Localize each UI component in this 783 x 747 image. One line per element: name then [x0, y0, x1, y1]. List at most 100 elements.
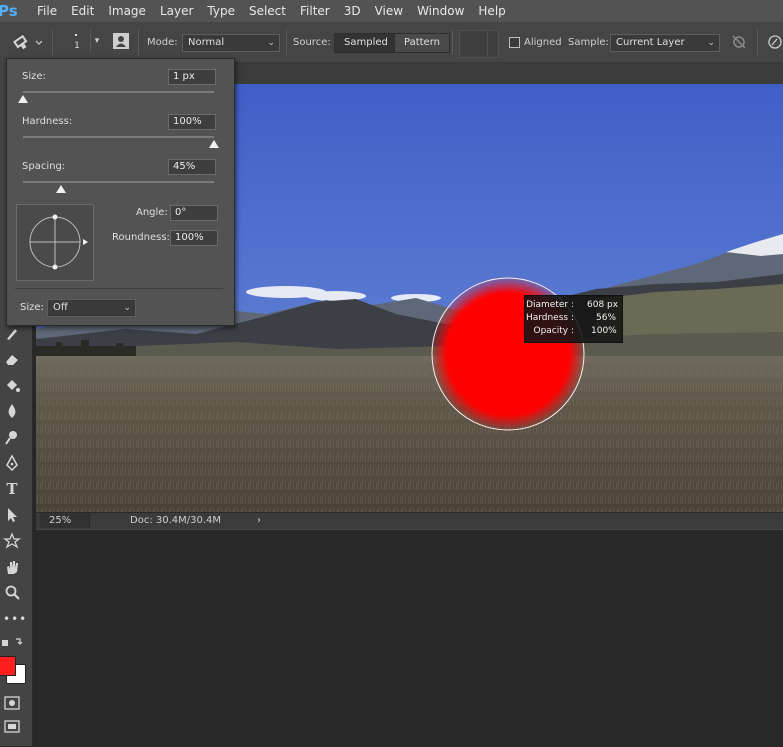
tooltip-opacity: Opacity : 100% — [525, 325, 622, 338]
menu-select[interactable]: Select — [242, 0, 293, 22]
tooltip-diameter-value: 608 px — [587, 300, 619, 310]
photoshop-logo: Ps — [0, 2, 18, 20]
quick-mask-icon[interactable] — [3, 694, 21, 712]
chevron-down-icon: ⌄ — [267, 38, 275, 48]
tooltip-hardness-value: 56% — [596, 313, 617, 323]
separator — [52, 29, 53, 55]
hardness-slider-track[interactable] — [23, 136, 214, 138]
menu-type[interactable]: Type — [200, 0, 242, 22]
eraser-tool-icon[interactable] — [3, 350, 21, 368]
angle-input[interactable]: 0° — [170, 205, 218, 221]
pressure-size-button[interactable] — [766, 34, 783, 50]
brush-preset-picker[interactable]: 1 ▾ — [64, 29, 102, 55]
pen-pressure-size-select[interactable]: Off ⌄ — [47, 299, 136, 317]
brush-preset-panel: Size: 1 px Hardness: 100% Spacing: 45% A… — [6, 58, 235, 326]
hand-tool-icon[interactable] — [3, 558, 21, 576]
brush-tooltip: Diameter : 608 px Hardness : 56% Opacity… — [524, 295, 623, 343]
menu-layer[interactable]: Layer — [153, 0, 200, 22]
tooltip-opacity-label: Opacity : — [533, 326, 574, 336]
menu-edit[interactable]: Edit — [64, 0, 101, 22]
screen-mode-icon[interactable] — [3, 718, 21, 736]
pressure-icon — [768, 35, 782, 49]
tooltip-diameter: Diameter : 608 px — [525, 299, 622, 312]
swap-colors-icon — [16, 638, 23, 645]
size-slider-thumb[interactable] — [18, 95, 28, 103]
sample-select[interactable]: Current Layer ⌄ — [610, 34, 720, 52]
brush-size-display: 1 — [74, 41, 80, 51]
pen-pressure-size-value: Off — [53, 302, 68, 313]
pattern-picker[interactable] — [459, 30, 499, 58]
roundness-label: Roundness: — [112, 232, 170, 243]
brush-tip-dot — [75, 34, 77, 36]
type-tool-icon[interactable]: T — [3, 480, 21, 498]
mode-select[interactable]: Normal ⌄ — [182, 34, 280, 52]
tooltip-opacity-value: 100% — [591, 326, 617, 336]
doc-size: Doc: 30.4M/30.4M — [130, 515, 222, 526]
angle-roundness-icon — [29, 214, 88, 270]
size-label: Size: — [22, 71, 46, 82]
menu-filter[interactable]: Filter — [293, 0, 337, 22]
separator — [138, 29, 139, 55]
tooltip-hardness-label: Hardness : — [525, 313, 574, 323]
separator — [452, 29, 453, 55]
tool-preset-picker[interactable] — [8, 33, 43, 51]
clone-source-panel-button[interactable] — [112, 32, 130, 50]
paint-bucket-tool-icon[interactable] — [3, 376, 21, 394]
zoom-tool-icon[interactable] — [3, 584, 21, 602]
brush-tool-icon[interactable] — [3, 324, 21, 342]
source-sampled-button[interactable]: Sampled — [334, 33, 398, 53]
source-label: Source: — [293, 37, 331, 48]
custom-shape-tool-icon[interactable] — [3, 532, 21, 550]
size-slider-track[interactable] — [23, 91, 214, 93]
spacing-slider-thumb[interactable] — [56, 185, 67, 193]
mode-value: Normal — [188, 37, 225, 48]
menu-file[interactable]: File — [30, 0, 64, 22]
hardness-slider-thumb[interactable] — [209, 140, 219, 148]
aligned-checkbox[interactable] — [509, 37, 520, 48]
menu-view[interactable]: View — [368, 0, 410, 22]
hardness-label: Hardness: — [22, 116, 73, 127]
clone-stamp-icon — [13, 34, 43, 50]
menu-3d[interactable]: 3D — [337, 0, 368, 22]
chevron-down-icon: ⌄ — [123, 303, 131, 313]
separator — [286, 29, 287, 55]
spacing-label: Spacing: — [22, 161, 66, 172]
default-colors-icon — [2, 640, 8, 646]
hardness-input[interactable]: 100% — [168, 114, 216, 130]
status-menu-chevron-icon[interactable]: › — [257, 513, 261, 528]
size-input[interactable]: 1 px — [168, 69, 216, 85]
roundness-input[interactable]: 100% — [170, 230, 218, 246]
angle-label: Angle: — [136, 207, 168, 218]
sample-value: Current Layer — [616, 37, 685, 48]
chevron-down-icon[interactable]: ▾ — [90, 29, 103, 53]
blur-tool-icon[interactable] — [3, 402, 21, 420]
zoom-level[interactable]: 25% — [40, 513, 90, 528]
ignore-adjustment-layers-button[interactable] — [730, 34, 748, 50]
pen-pressure-size-label: Size: — [20, 302, 44, 313]
divider — [15, 288, 223, 289]
source-pattern-button[interactable]: Pattern — [394, 33, 450, 53]
brush-angle-widget[interactable] — [16, 204, 94, 281]
options-bar: 1 ▾ Mode: Normal ⌄ Source: Sampled Patte… — [0, 22, 783, 63]
separator — [757, 29, 758, 55]
dodge-tool-icon[interactable] — [3, 428, 21, 446]
spacing-input[interactable]: 45% — [168, 159, 216, 175]
tooltip-hardness: Hardness : 56% — [525, 312, 622, 325]
pen-tool-icon[interactable] — [3, 454, 21, 472]
foreground-color-swatch[interactable] — [0, 656, 16, 676]
menu-image[interactable]: Image — [101, 0, 153, 22]
menu-bar: Ps File Edit Image Layer Type Select Fil… — [0, 0, 783, 22]
ignore-adjustments-icon — [732, 35, 746, 49]
aligned-label: Aligned — [524, 37, 562, 48]
spacing-slider-track[interactable] — [23, 181, 214, 183]
more-tools-icon[interactable]: ••• — [3, 610, 26, 628]
clone-source-icon — [113, 33, 129, 49]
mode-label: Mode: — [147, 37, 178, 48]
menu-help[interactable]: Help — [471, 0, 512, 22]
path-selection-tool-icon[interactable] — [3, 506, 21, 524]
workspace-background — [36, 529, 783, 747]
tooltip-diameter-label: Diameter : — [526, 300, 574, 310]
chevron-down-icon: ⌄ — [707, 38, 715, 48]
color-controls — [2, 636, 28, 648]
menu-window[interactable]: Window — [410, 0, 471, 22]
